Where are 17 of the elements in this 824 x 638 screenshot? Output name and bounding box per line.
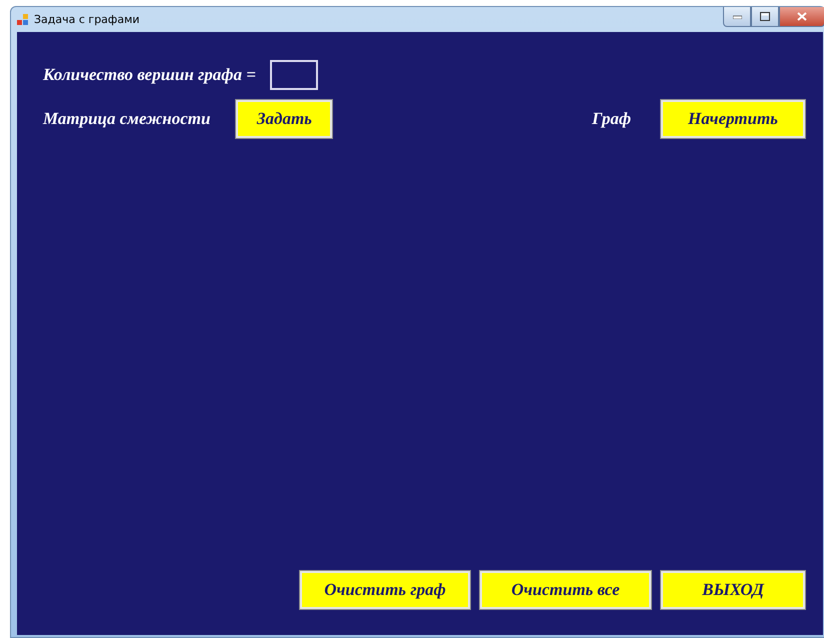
action-button[interactable]: Очистить все bbox=[480, 571, 651, 609]
action-button[interactable]: ВЫХОД bbox=[661, 571, 805, 609]
matrix-label: Матрица смежности bbox=[43, 109, 210, 129]
maximize-icon bbox=[760, 12, 770, 21]
draw-button[interactable]: Начертить bbox=[661, 100, 805, 138]
maximize-button[interactable] bbox=[751, 7, 779, 27]
minimize-icon bbox=[732, 14, 742, 18]
app-icon bbox=[17, 14, 29, 26]
set-button[interactable]: Задать bbox=[236, 100, 332, 138]
graph-label: Граф bbox=[592, 109, 631, 129]
vertex-count-field[interactable] bbox=[270, 60, 318, 90]
vertex-count-label: Количество вершин графа = bbox=[43, 65, 256, 85]
window-title: Задача с графами bbox=[34, 13, 140, 26]
close-icon bbox=[797, 12, 807, 21]
minimize-button[interactable] bbox=[723, 7, 751, 27]
close-button[interactable] bbox=[779, 7, 824, 27]
action-button[interactable]: Очистить граф bbox=[300, 571, 470, 609]
